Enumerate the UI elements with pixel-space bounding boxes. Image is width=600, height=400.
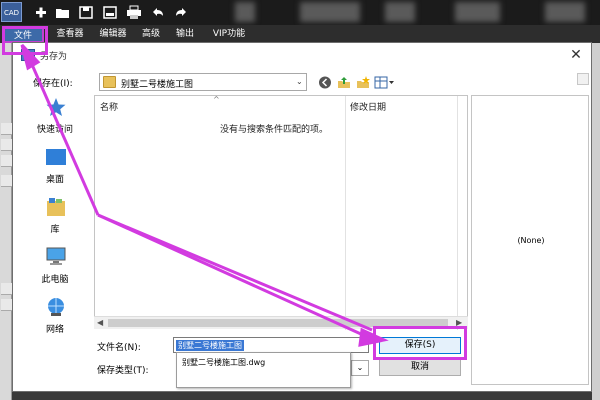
file-name-input[interactable]: 别墅二号楼施工图 [173,337,369,353]
panel-tab[interactable] [1,175,12,187]
preview-pane: (None) [471,95,589,385]
cancel-button[interactable]: 取消 [379,359,461,376]
app-toolbar: CAD [0,0,600,25]
print-icon[interactable] [126,5,142,20]
scroll-left-icon[interactable]: ◀ [97,318,103,327]
blurred-region [385,2,415,22]
column-name[interactable]: 名称 [100,100,118,113]
file-list[interactable]: 名称 ^ 修改日期 没有与搜索条件匹配的项。 [94,95,468,330]
app-left-panel [0,43,12,400]
place-network[interactable]: 网络 [17,295,93,341]
autocomplete-item[interactable]: 别墅二号楼施工图.dwg [182,357,265,368]
panel-tab[interactable] [1,155,12,167]
place-desktop[interactable]: 桌面 [17,145,93,191]
panel-tab[interactable] [1,139,12,151]
menu-editor[interactable]: 编辑器 [95,27,131,41]
network-icon [48,298,64,316]
highlight-menu-file [2,26,48,55]
back-icon[interactable] [318,76,332,89]
place-label: 网络 [45,325,64,335]
panel-tab[interactable] [1,299,12,311]
column-modified-date[interactable]: 修改日期 [350,100,386,113]
panel-tab[interactable] [1,123,12,135]
file-name-value: 别墅二号楼施工图 [176,340,244,351]
app-logo: CAD [1,2,22,22]
star-icon [46,98,66,116]
chevron-down-icon: ⌄ [296,77,303,86]
place-quick-access[interactable]: 快速访问 [17,95,93,141]
sort-arrow-icon: ^ [213,95,220,104]
file-name-label: 文件名(N): [97,343,141,353]
blurred-region [455,2,500,22]
new-icon[interactable] [33,5,49,20]
place-label: 快速访问 [36,125,73,135]
view-menu-icon[interactable] [374,76,396,89]
undo-icon[interactable] [150,5,166,20]
save-in-label: 保存在(I): [33,79,73,89]
redo-icon[interactable] [173,5,189,20]
dialog-title-bar[interactable]: 另存为 ✕ [13,43,591,67]
preview-toggle[interactable] [577,73,589,85]
column-divider[interactable] [345,96,346,330]
location-text: 别墅二号楼施工图 [121,80,194,90]
menu-viewer[interactable]: 查看器 [50,27,90,41]
menu-vip[interactable]: VIP功能 [207,27,251,41]
up-folder-icon[interactable] [337,76,351,89]
place-this-pc[interactable]: 此电脑 [17,245,93,291]
place-library[interactable]: 库 [17,195,93,241]
app-right-strip [592,43,600,400]
blurred-region [300,2,360,22]
places-sidebar: 快速访问 桌面 库 此电脑 网络 [17,95,93,345]
empty-message: 没有与搜索条件匹配的项。 [220,125,329,135]
place-label: 库 [50,225,60,235]
menu-advanced[interactable]: 高级 [137,27,165,41]
file-type-dropdown[interactable]: ⌄ [351,360,369,376]
blurred-region [545,2,585,22]
save-icon[interactable] [78,5,94,20]
library-icon [47,198,65,216]
close-button[interactable]: ✕ [565,45,587,65]
file-type-label: 保存类型(T): [97,366,149,376]
open-folder-icon[interactable] [55,5,71,20]
place-label: 此电脑 [41,275,69,285]
save-as-icon[interactable] [102,5,118,20]
folder-icon [103,76,116,88]
desktop-icon [46,149,66,165]
panel-tab[interactable] [1,283,12,295]
autocomplete-list: 别墅二号楼施工图.dwg [176,352,351,388]
computer-icon [46,247,66,265]
highlight-save-button [373,326,467,360]
column-divider[interactable] [457,96,458,330]
new-folder-icon[interactable] [356,76,370,89]
save-as-dialog: 另存为 ✕ 保存在(I): 别墅二号楼施工图 ⌄ 快速访问 桌面 库 此电脑 网… [12,42,592,392]
preview-text: (None) [517,236,545,245]
place-label: 桌面 [45,175,64,185]
menu-output[interactable]: 输出 [171,27,199,41]
menu-bar: 文件 查看器 编辑器 高级 输出 VIP功能 [0,25,600,43]
location-select[interactable]: 别墅二号楼施工图 ⌄ [99,73,307,91]
blurred-region [235,2,255,22]
